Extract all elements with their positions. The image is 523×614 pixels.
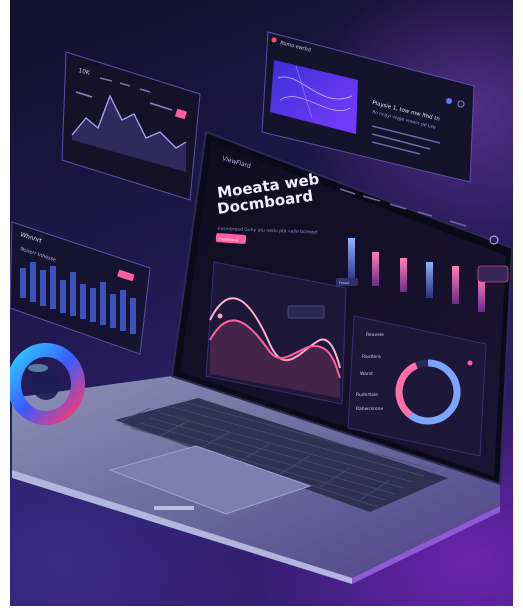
donut-label-3: Warst [360,371,373,377]
ring-highlight [28,364,48,372]
record-dot-icon [271,37,277,43]
floating-panel-left-mid: Whnnrt Nsnerr Inhesse [9,221,151,355]
donut-label-5: Rahwcsrone [356,406,383,412]
highlight-box [477,265,509,283]
ring-hole [32,368,60,400]
floating-panel-left-top: 10K [61,51,201,201]
laptop-dashboard-illustration: 10K Romo ewrbd Playsie 1, tow mw lthd tn… [7,31,514,584]
status-dot-icon [467,360,473,366]
floating-panel-right: Romo ewrbd Playsie 1, tow mw lthd tn Ro … [261,31,475,183]
wave-point [217,313,223,319]
tooltip-box [287,305,325,319]
scene-background: 10K Romo ewrbd Playsie 1, tow mw lthd tn… [0,0,523,614]
share-icon [446,98,452,104]
donut-label-4: Rudnrtaie [356,392,378,398]
legend-label: Fossd [339,281,349,285]
laptop-notch [154,506,194,510]
donut-label-2: Ravtlore [362,354,381,360]
donut-label-1: Reoveie [366,332,384,338]
